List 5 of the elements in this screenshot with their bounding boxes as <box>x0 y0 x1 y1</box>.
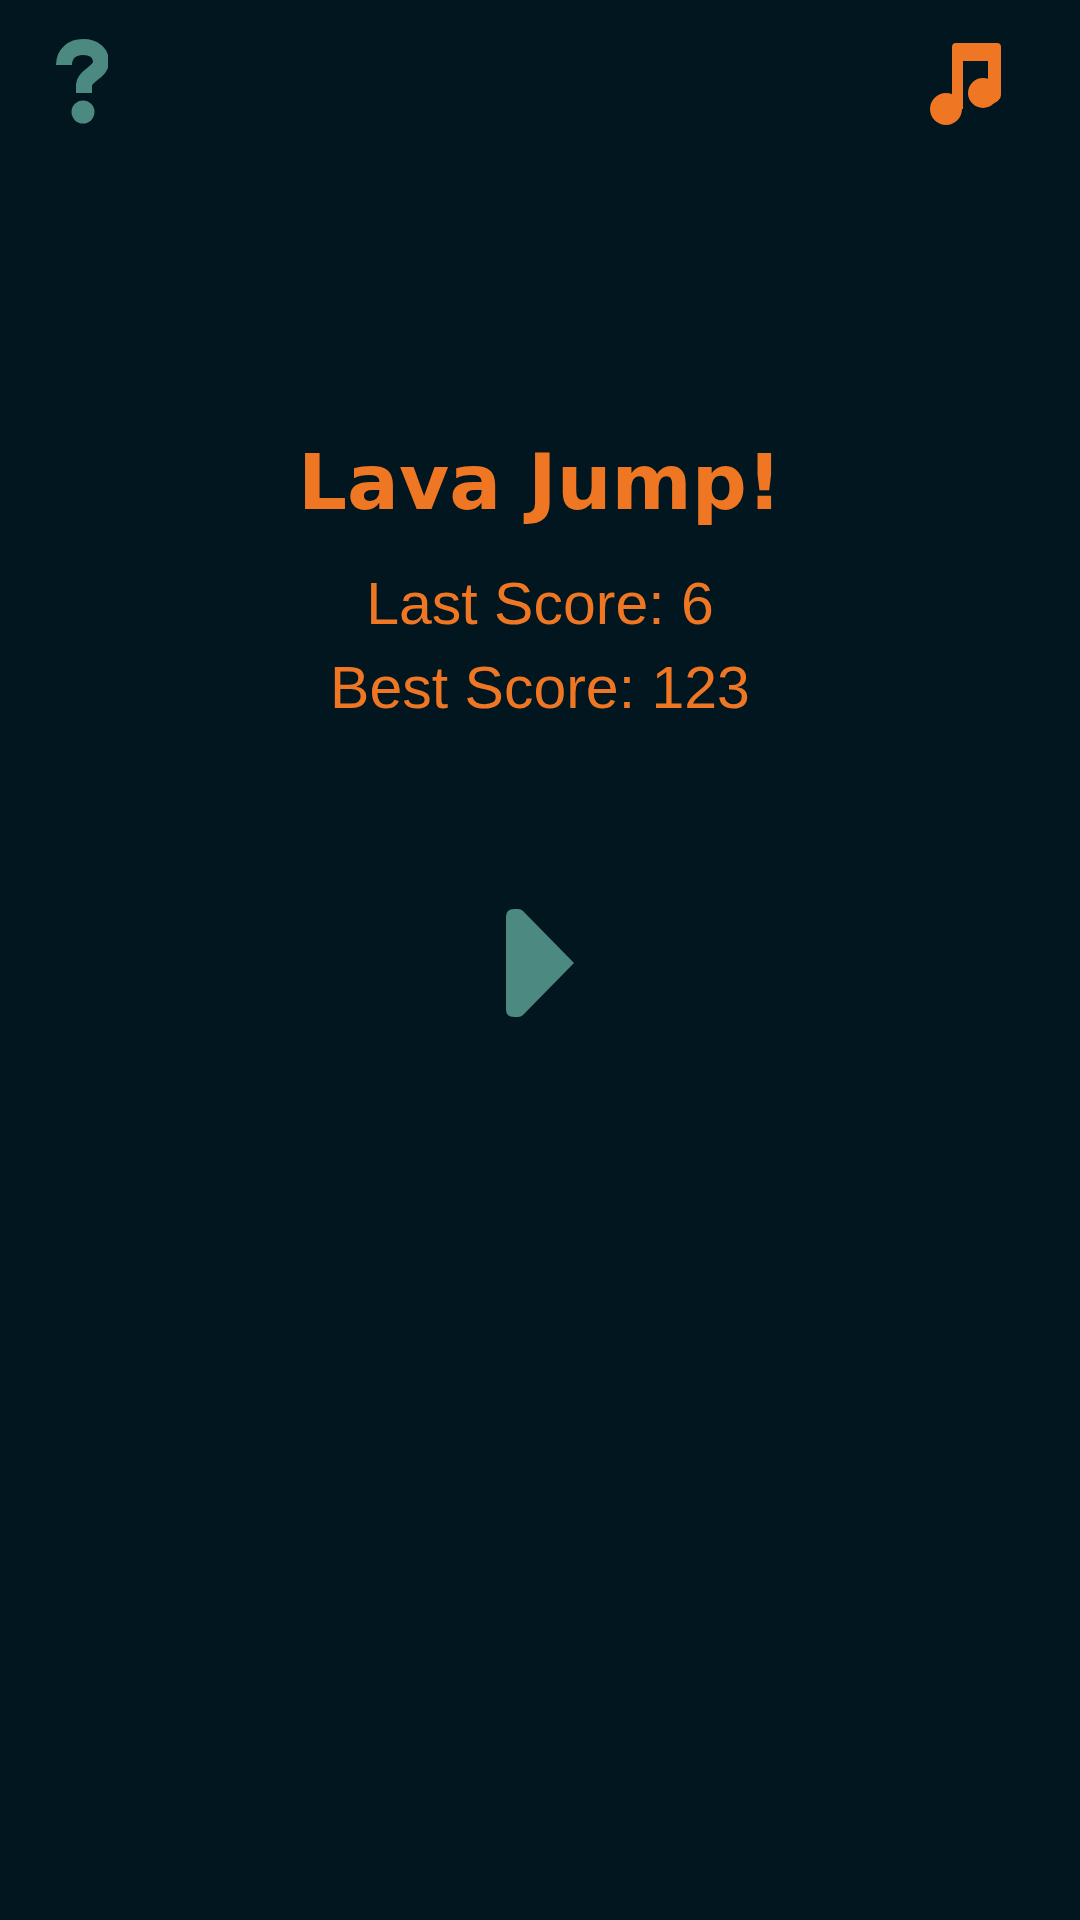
help-icon[interactable] <box>55 39 108 124</box>
score-text: Best Score: 123 <box>330 654 750 723</box>
music-note-icon[interactable] <box>930 43 1001 125</box>
score-text: Last Score: 6 <box>366 570 714 639</box>
play-icon[interactable] <box>506 909 574 1017</box>
